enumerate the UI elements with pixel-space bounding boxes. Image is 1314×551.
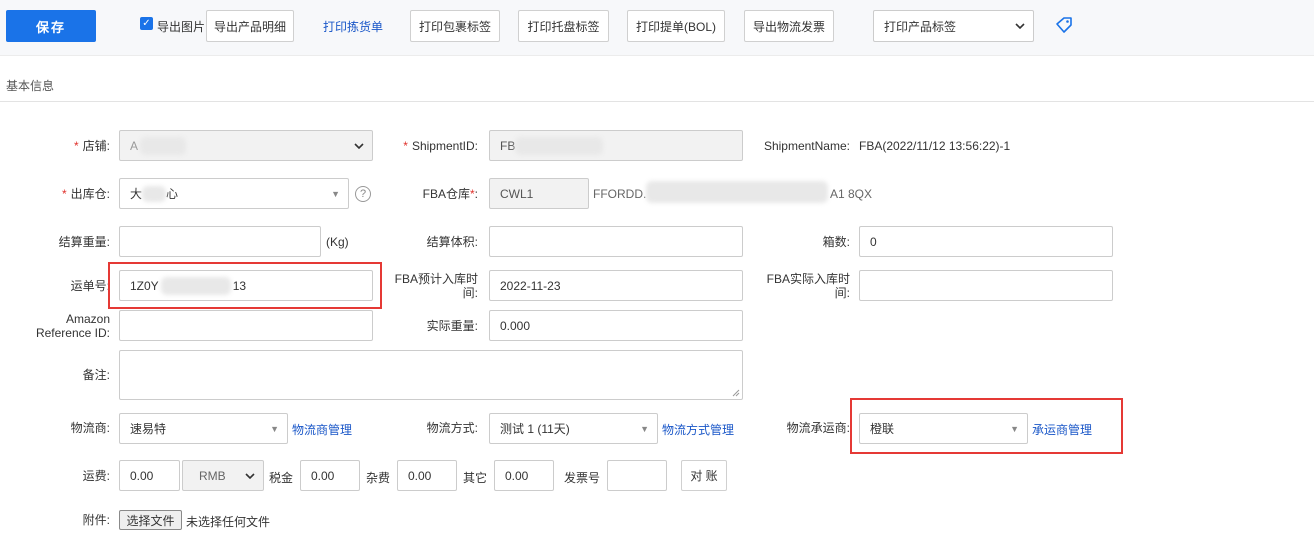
amazon-ref-input[interactable] — [119, 310, 373, 341]
freight-label: 运费: — [82, 469, 110, 483]
choose-file-button[interactable]: 选择文件 — [119, 510, 182, 530]
shipment-name-label: ShipmentName: — [763, 139, 850, 153]
print-product-label-value: 打印产品标签 — [884, 19, 957, 34]
settle-volume-input[interactable] — [489, 226, 743, 257]
carrier-manage-link[interactable]: 承运商管理 — [1032, 421, 1092, 438]
store-label: * 店铺: — [73, 139, 110, 153]
tracking-no-value-a: 1Z0Y — [130, 278, 159, 293]
tax-input[interactable]: 0.00 — [300, 460, 360, 491]
logistics-method-select[interactable]: 测试 1 (11天) ▼ — [489, 413, 658, 444]
carrier-label: 物流承运商: — [786, 421, 850, 435]
actual-weight-label: 实际重量: — [426, 319, 478, 333]
misc-label: 杂费 — [366, 471, 391, 485]
tag-icon[interactable] — [1055, 16, 1073, 34]
print-package-label-button[interactable]: 打印包裹标签 — [410, 10, 500, 42]
chevron-down-icon — [354, 142, 364, 149]
box-count-label: 箱数: — [822, 235, 850, 249]
print-product-label-select[interactable]: 打印产品标签 — [873, 10, 1034, 42]
invoice-no-label: 发票号 — [564, 471, 601, 485]
fba-actual-label: FBA实际入库时 间: — [766, 272, 850, 300]
tracking-no-value-b: 13 — [232, 278, 247, 293]
caret-down-icon: ▼ — [1010, 423, 1019, 434]
logistics-provider-select[interactable]: 速易特 ▼ — [119, 413, 288, 444]
carrier-value: 橙联 — [870, 422, 895, 436]
export-images-checkbox[interactable]: ✓ — [140, 17, 153, 30]
export-invoice-button[interactable]: 导出物流发票 — [744, 10, 834, 42]
save-button[interactable]: 保存 — [6, 10, 96, 42]
resize-handle-icon[interactable] — [732, 389, 740, 397]
fba-warehouse-address-b: A1 8QX — [830, 187, 873, 201]
caret-down-icon: ▼ — [331, 188, 340, 199]
redacted-blur — [646, 181, 828, 203]
currency-value: RMB — [199, 468, 226, 483]
other-label: 其它 — [463, 471, 488, 485]
warehouse-out-label: * 出库仓: — [61, 187, 110, 201]
fba-warehouse-code[interactable]: CWL1 — [489, 178, 589, 209]
section-title: 基本信息 — [6, 79, 55, 93]
logistics-provider-label: 物流商: — [70, 421, 110, 435]
store-value: A — [130, 138, 139, 153]
shipment-id-label: * ShipmentID: — [403, 139, 478, 153]
caret-down-icon: ▼ — [270, 423, 279, 434]
fba-expected-label: FBA预计入库时 间: — [394, 272, 478, 300]
chevron-down-icon — [245, 472, 255, 479]
logistics-method-value: 测试 1 (11天) — [500, 422, 570, 436]
other-input[interactable]: 0.00 — [494, 460, 554, 491]
actual-weight-input[interactable]: 0.000 — [489, 310, 743, 341]
fba-actual-date-input[interactable] — [859, 270, 1113, 301]
export-products-button[interactable]: 导出产品明细 — [206, 10, 294, 42]
invoice-no-input[interactable] — [607, 460, 667, 491]
help-icon[interactable]: ? — [355, 186, 371, 202]
file-status: 未选择任何文件 — [186, 515, 271, 529]
settle-weight-unit: (Kg) — [326, 235, 349, 249]
fba-expected-date-input[interactable]: 2022-11-23 — [489, 270, 743, 301]
misc-input[interactable]: 0.00 — [397, 460, 457, 491]
logistics-method-manage-link[interactable]: 物流方式管理 — [662, 421, 734, 438]
settle-weight-label: 结算重量: — [58, 235, 110, 249]
tracking-no-input[interactable]: 1Z0Y 13 — [119, 270, 373, 301]
fba-warehouse-address-a: FFORDD. — [593, 187, 647, 201]
fba-warehouse-code-value: CWL1 — [500, 186, 534, 201]
print-pallet-label-button[interactable]: 打印托盘标签 — [518, 10, 609, 42]
warehouse-out-value-b: 心 — [166, 187, 179, 201]
redacted-blur — [515, 136, 604, 155]
remark-label: 备注: — [82, 368, 110, 382]
print-bol-button[interactable]: 打印提单(BOL) — [627, 10, 725, 42]
logistics-method-label: 物流方式: — [426, 421, 478, 435]
amazon-ref-label: Amazon Reference ID: — [35, 312, 110, 340]
divider — [0, 101, 1314, 102]
shipment-id-field[interactable]: FB — [489, 130, 743, 161]
warehouse-out-select[interactable]: 大 心 ▼ — [119, 178, 349, 209]
shipment-id-value: FB — [500, 138, 516, 153]
tax-label: 税金 — [269, 471, 294, 485]
settle-volume-label: 结算体积: — [426, 235, 478, 249]
box-count-input[interactable]: 0 — [859, 226, 1113, 257]
carrier-select[interactable]: 橙联 ▼ — [859, 413, 1028, 444]
export-images-label: 导出图片 — [157, 20, 206, 34]
logistics-provider-manage-link[interactable]: 物流商管理 — [292, 421, 352, 438]
fba-warehouse-label: FBA仓库*: — [422, 187, 478, 201]
settle-weight-input[interactable] — [119, 226, 321, 257]
reconcile-button[interactable]: 对 账 — [681, 460, 727, 491]
tracking-no-label: 运单号: — [70, 279, 110, 293]
warehouse-out-value-a: 大 — [130, 187, 143, 201]
store-select[interactable]: A — [119, 130, 373, 161]
print-picklist-link[interactable]: 打印拣货单 — [323, 18, 383, 35]
redacted-blur — [160, 276, 231, 295]
currency-select[interactable]: RMB — [182, 460, 264, 491]
redacted-blur — [140, 136, 187, 155]
freight-input[interactable]: 0.00 — [119, 460, 180, 491]
redacted-blur — [142, 185, 167, 202]
caret-down-icon: ▼ — [640, 423, 649, 434]
attachment-label: 附件: — [82, 513, 110, 527]
shipment-name-value: FBA(2022/11/12 13:56:22)-1 — [859, 139, 1011, 153]
chevron-down-icon — [1015, 23, 1025, 29]
logistics-provider-value: 速易特 — [130, 422, 167, 436]
remark-textarea[interactable] — [119, 350, 743, 400]
